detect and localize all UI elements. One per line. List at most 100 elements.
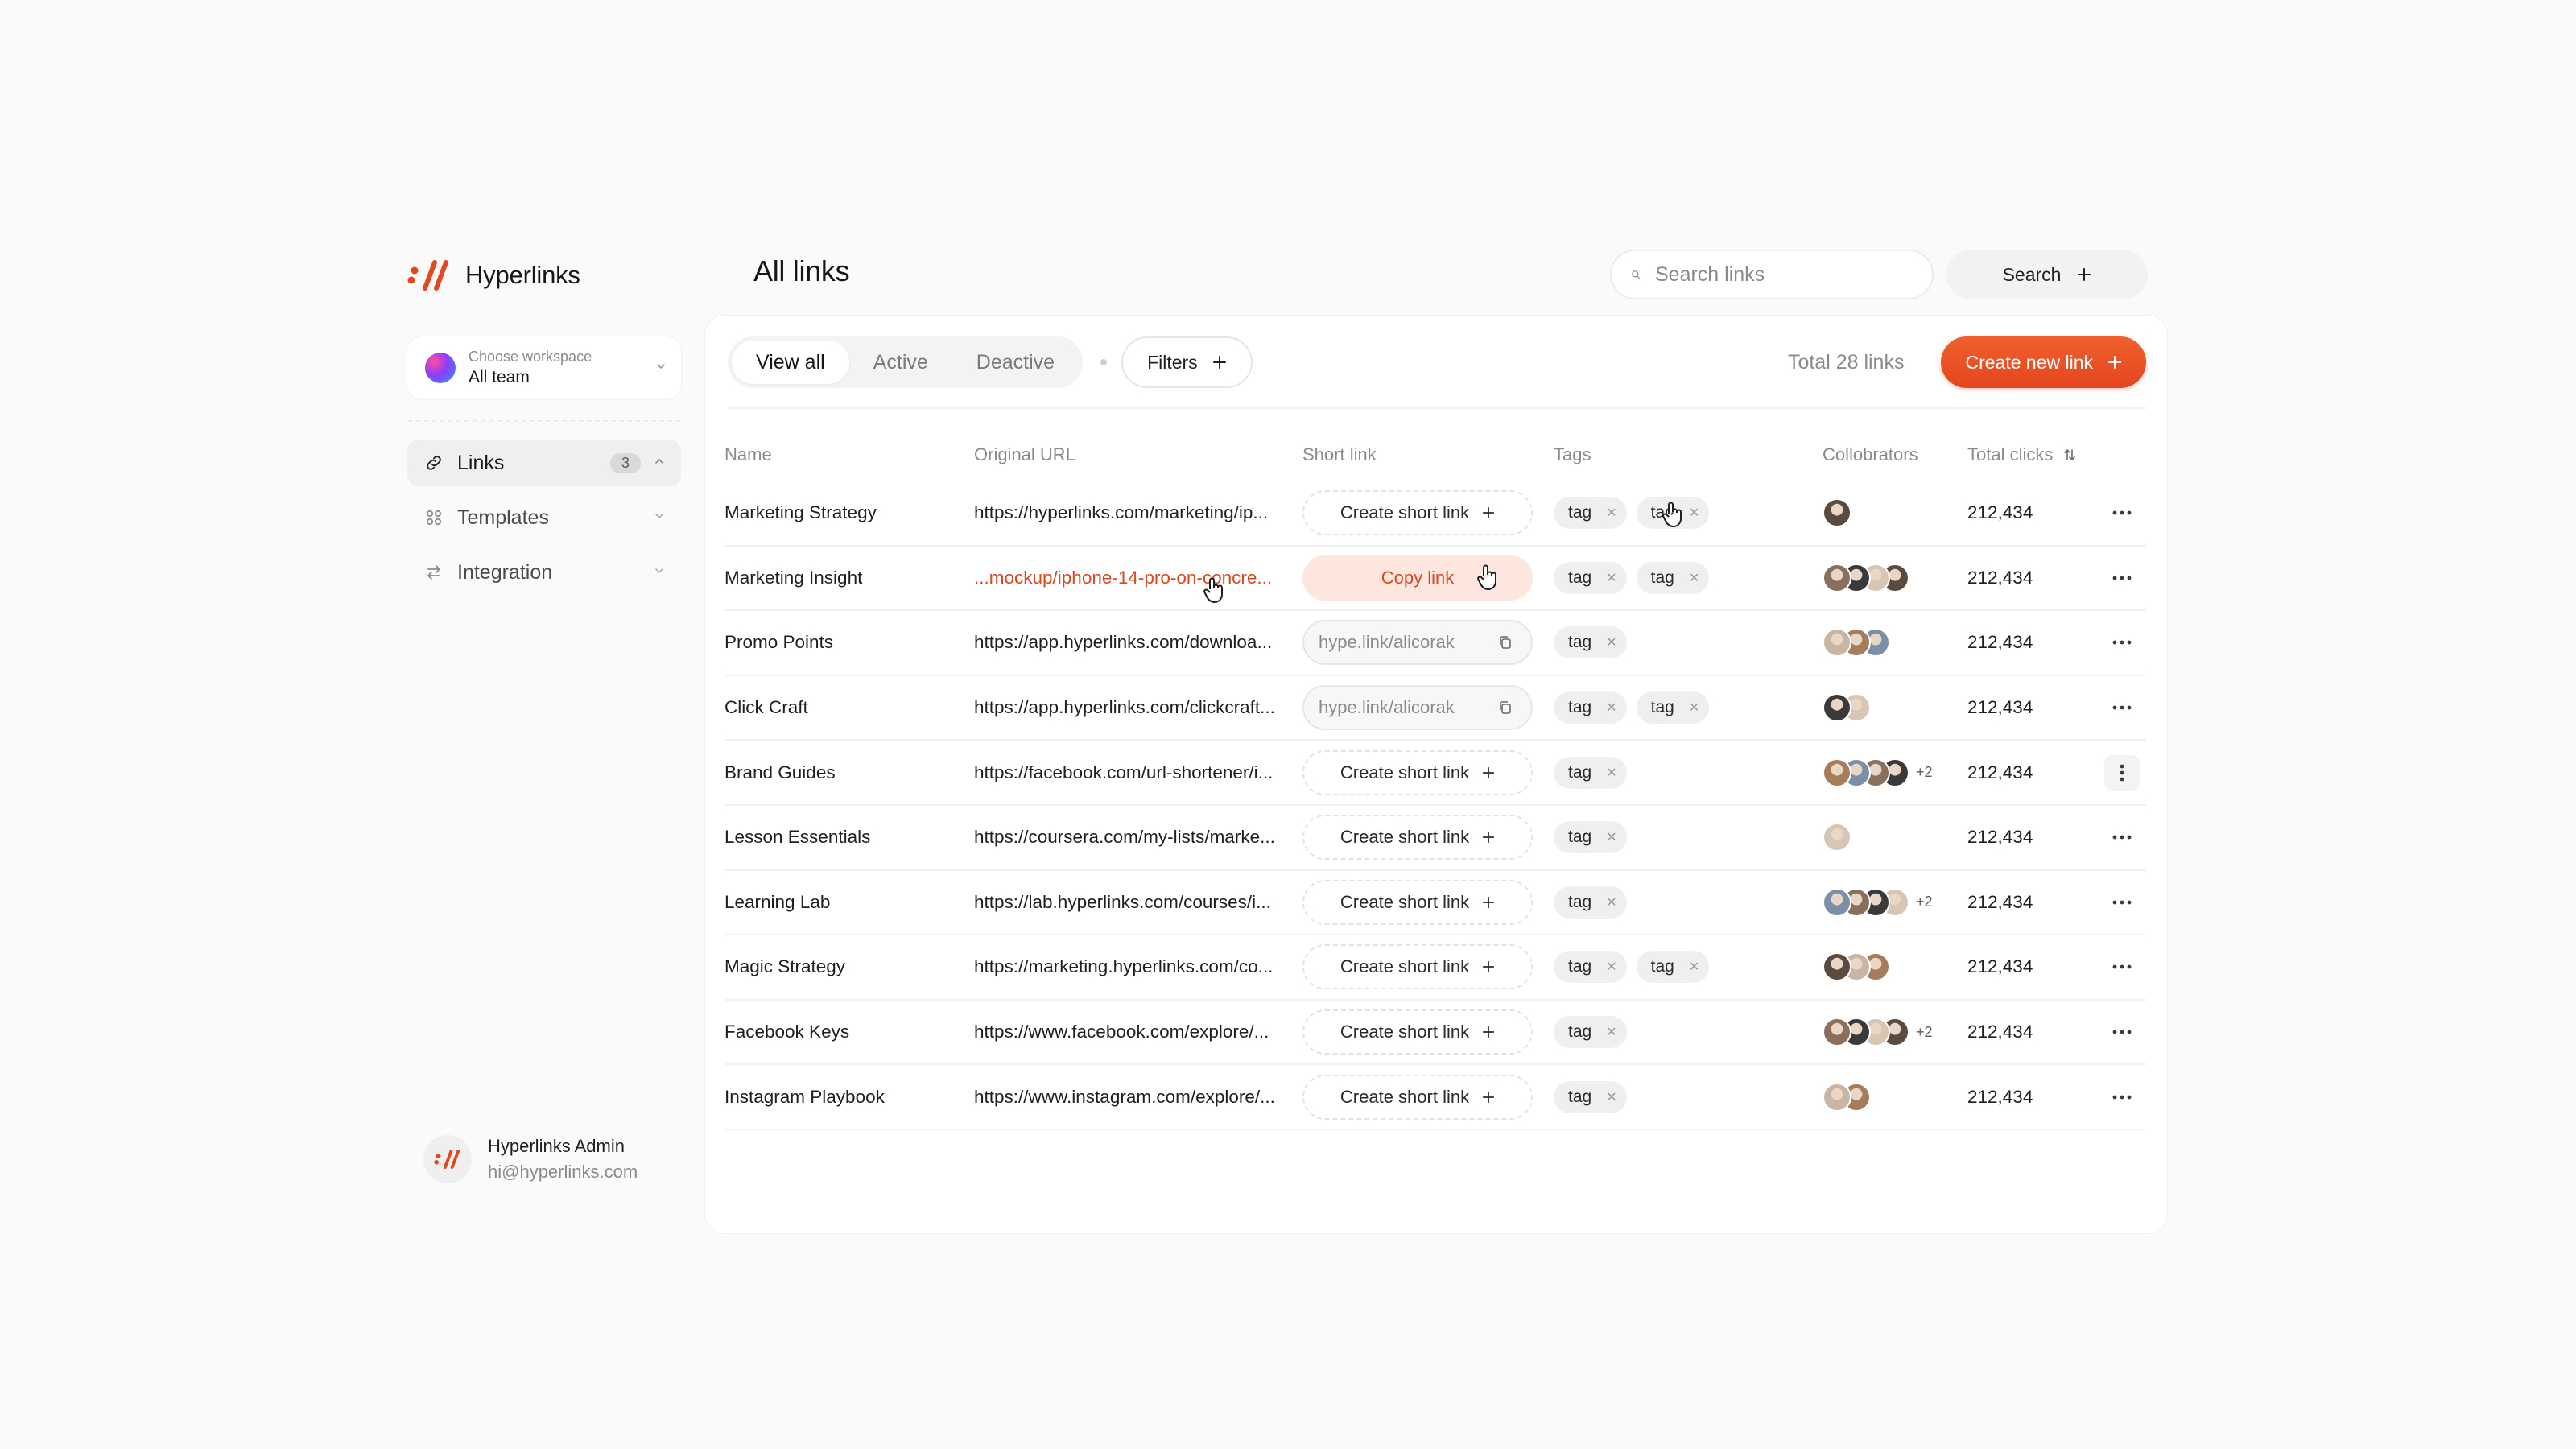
close-icon[interactable]: ✕ — [1606, 1024, 1616, 1040]
table-row[interactable]: Click Craft https://app.hyperlinks.com/c… — [724, 676, 2146, 741]
tab-active[interactable]: Active — [849, 341, 952, 384]
more-horizontal-icon[interactable] — [2104, 1014, 2140, 1050]
table-row[interactable]: Learning Lab https://lab.hyperlinks.com/… — [724, 871, 2146, 936]
avatar[interactable] — [1823, 758, 1852, 787]
close-icon[interactable]: ✕ — [1606, 570, 1616, 586]
col-header-collaborators[interactable]: Collobrators — [1823, 444, 1967, 465]
sidebar-item-integration[interactable]: Integration — [407, 549, 681, 596]
avatar[interactable] — [1823, 693, 1852, 723]
tag-chip[interactable]: tag ✕ — [1554, 821, 1627, 854]
search-input[interactable] — [1655, 262, 1913, 287]
link-name[interactable]: Instagram Playbook — [724, 1087, 974, 1108]
avatar[interactable] — [1823, 1018, 1852, 1047]
create-short-link-button[interactable]: Create short link — [1302, 879, 1533, 925]
table-row[interactable]: Lesson Essentials https://coursera.com/m… — [724, 806, 2146, 871]
avatar[interactable] — [1823, 1082, 1852, 1112]
link-name[interactable]: Marketing Strategy — [724, 502, 974, 523]
more-horizontal-icon[interactable] — [2104, 949, 2140, 985]
more-horizontal-icon[interactable] — [2104, 819, 2140, 855]
link-name[interactable]: Brand Guides — [724, 762, 974, 783]
tag-chip[interactable]: tag ✕ — [1554, 756, 1627, 789]
table-row[interactable]: Promo Points https://app.hyperlinks.com/… — [724, 611, 2146, 676]
sidebar-item-templates[interactable]: Templates — [407, 494, 681, 541]
filters-button[interactable]: Filters — [1121, 336, 1253, 388]
tag-chip[interactable]: tag ✕ — [1554, 691, 1627, 724]
close-icon[interactable]: ✕ — [1689, 570, 1699, 586]
link-name[interactable]: Click Craft — [724, 697, 974, 718]
tag-chip[interactable]: tag ✕ — [1554, 886, 1627, 919]
table-row[interactable]: Magic Strategy https://marketing.hyperli… — [724, 935, 2146, 1001]
table-row[interactable]: Brand Guides https://facebook.com/url-sh… — [724, 741, 2146, 806]
close-icon[interactable]: ✕ — [1606, 829, 1616, 845]
link-name[interactable]: Marketing Insight — [724, 568, 974, 588]
col-header-total-clicks[interactable]: Total clicks — [1967, 444, 2098, 465]
more-collaborators-count[interactable]: +2 — [1916, 1024, 1933, 1041]
close-icon[interactable]: ✕ — [1606, 959, 1616, 975]
create-short-link-button[interactable]: Create short link — [1302, 815, 1533, 861]
avatar[interactable] — [1823, 823, 1852, 852]
search-box[interactable] — [1610, 250, 1934, 299]
original-url[interactable]: https://app.hyperlinks.com/clickcraft... — [974, 697, 1302, 718]
search-button[interactable]: Search — [1946, 250, 2148, 299]
tag-chip[interactable]: tag ✕ — [1636, 951, 1710, 984]
close-icon[interactable]: ✕ — [1689, 959, 1699, 975]
table-row[interactable]: Marketing Strategy https://hyperlinks.co… — [724, 481, 2146, 547]
original-url[interactable]: https://app.hyperlinks.com/downloa... — [974, 632, 1302, 653]
short-link-field[interactable]: hype.link/alicorak — [1302, 620, 1533, 666]
create-new-link-button[interactable]: Create new link — [1941, 336, 2146, 388]
avatar[interactable] — [1823, 887, 1852, 917]
original-url[interactable]: https://marketing.hyperlinks.com/co... — [974, 956, 1302, 977]
brand[interactable]: Hyperlinks — [407, 250, 684, 301]
more-collaborators-count[interactable]: +2 — [1916, 764, 1933, 781]
table-row[interactable]: Instagram Playbook https://www.instagram… — [724, 1065, 2146, 1130]
close-icon[interactable]: ✕ — [1606, 634, 1616, 650]
sidebar-item-links[interactable]: Links 3 — [407, 440, 681, 486]
tag-chip[interactable]: tag ✕ — [1636, 497, 1710, 530]
link-name[interactable]: Facebook Keys — [724, 1022, 974, 1042]
tab-deactive[interactable]: Deactive — [952, 341, 1079, 384]
avatar[interactable] — [1823, 498, 1852, 528]
tag-chip[interactable]: tag ✕ — [1554, 497, 1627, 530]
close-icon[interactable]: ✕ — [1606, 1089, 1616, 1105]
avatar[interactable] — [1823, 563, 1852, 592]
link-name[interactable]: Promo Points — [724, 632, 974, 653]
create-short-link-button[interactable]: Create short link — [1302, 944, 1533, 990]
table-row[interactable]: Marketing Insight ...mockup/iphone-14-pr… — [724, 547, 2146, 612]
create-short-link-button[interactable]: Create short link — [1302, 490, 1533, 536]
original-url[interactable]: https://hyperlinks.com/marketing/ip... — [974, 502, 1302, 523]
close-icon[interactable]: ✕ — [1689, 700, 1699, 716]
tag-chip[interactable]: tag ✕ — [1554, 561, 1627, 594]
col-header-url[interactable]: Original URL — [974, 444, 1302, 465]
original-url[interactable]: https://www.facebook.com/explore/... — [974, 1022, 1302, 1042]
original-url[interactable]: https://facebook.com/url-shortener/i... — [974, 762, 1302, 783]
workspace-selector[interactable]: Choose workspace All team — [407, 336, 681, 399]
sort-icon[interactable] — [2062, 448, 2077, 462]
copy-link-button[interactable]: Copy link — [1302, 555, 1533, 601]
original-url[interactable]: ...mockup/iphone-14-pro-on-concre... — [974, 568, 1302, 588]
close-icon[interactable]: ✕ — [1689, 505, 1699, 521]
copy-icon[interactable] — [1497, 634, 1513, 650]
tag-chip[interactable]: tag ✕ — [1636, 691, 1710, 724]
tag-chip[interactable]: tag ✕ — [1554, 1016, 1627, 1049]
admin-profile[interactable]: Hyperlinks Admin hi@hyperlinks.com — [423, 1127, 638, 1191]
more-vertical-icon[interactable] — [2104, 754, 2140, 791]
short-link-field[interactable]: hype.link/alicorak — [1302, 685, 1533, 731]
more-horizontal-icon[interactable] — [2104, 495, 2140, 530]
more-collaborators-count[interactable]: +2 — [1916, 894, 1933, 910]
more-horizontal-icon[interactable] — [2104, 885, 2140, 920]
tag-chip[interactable]: tag ✕ — [1636, 561, 1710, 594]
tag-chip[interactable]: tag ✕ — [1554, 1080, 1627, 1113]
table-row[interactable]: Facebook Keys https://www.facebook.com/e… — [724, 1001, 2146, 1066]
tag-chip[interactable]: tag ✕ — [1554, 951, 1627, 984]
original-url[interactable]: https://coursera.com/my-lists/marke... — [974, 827, 1302, 848]
original-url[interactable]: https://lab.hyperlinks.com/courses/i... — [974, 892, 1302, 913]
link-name[interactable]: Lesson Essentials — [724, 827, 974, 848]
link-name[interactable]: Learning Lab — [724, 892, 974, 913]
link-name[interactable]: Magic Strategy — [724, 956, 974, 977]
more-horizontal-icon[interactable] — [2104, 690, 2140, 725]
create-short-link-button[interactable]: Create short link — [1302, 1009, 1533, 1055]
close-icon[interactable]: ✕ — [1606, 700, 1616, 716]
more-horizontal-icon[interactable] — [2104, 1080, 2140, 1115]
col-header-tags[interactable]: Tags — [1554, 444, 1823, 465]
more-horizontal-icon[interactable] — [2104, 625, 2140, 660]
